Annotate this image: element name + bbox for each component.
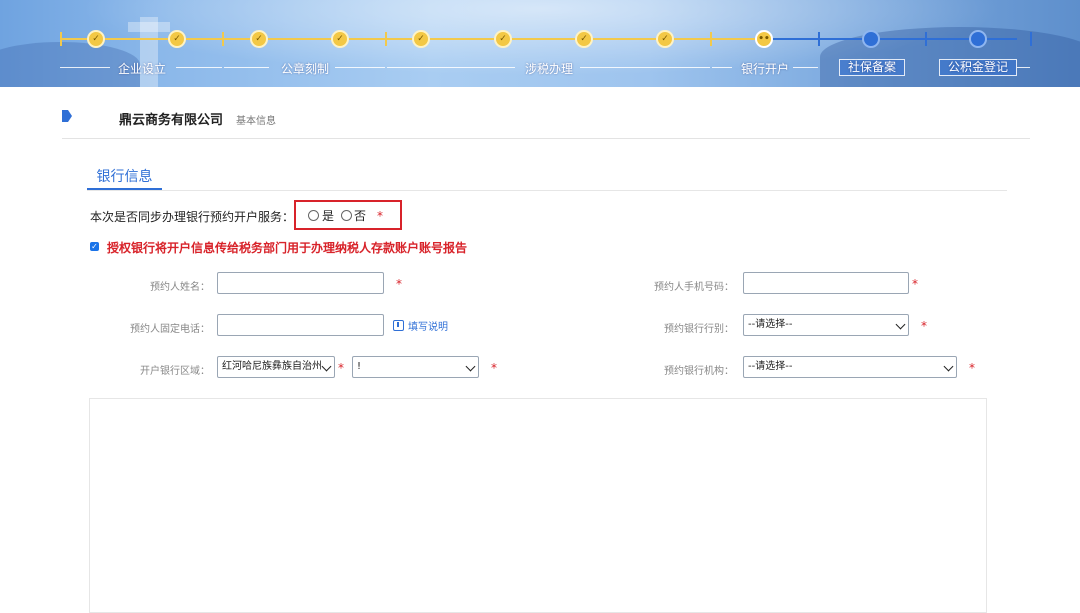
- radio-yes[interactable]: [308, 210, 319, 221]
- stage-label-housing-fund[interactable]: 公积金登记: [939, 59, 1018, 76]
- header-divider: [62, 138, 1030, 139]
- step-done-icon: ✓: [331, 30, 349, 48]
- radio-no[interactable]: [341, 210, 352, 221]
- radio-yes-label[interactable]: 是: [322, 207, 334, 224]
- applicant-phone-label: 预约人手机号码：: [654, 282, 734, 293]
- company-name: 鼎云商务有限公司: [119, 113, 224, 128]
- required-mark: *: [377, 209, 383, 223]
- step-pending-icon: [969, 30, 987, 48]
- book-icon: [393, 320, 404, 331]
- step-done-icon: ✓: [250, 30, 268, 48]
- required-mark: *: [921, 319, 927, 333]
- stage-line: [176, 67, 222, 68]
- stage-line: [793, 67, 818, 68]
- required-mark: *: [491, 361, 497, 375]
- stage-label-seal-engraving[interactable]: 公章刻制: [275, 60, 335, 77]
- stage-line: [712, 67, 732, 68]
- authorize-checkbox[interactable]: ✓: [90, 242, 99, 251]
- stage-label-bank-account[interactable]: 银行开户: [735, 60, 795, 77]
- bank-branch-select[interactable]: --请选择--: [743, 356, 957, 378]
- bank-branch-value: --请选择--: [748, 361, 793, 372]
- step-done-icon: ✓: [656, 30, 674, 48]
- stage-divider: [710, 32, 712, 46]
- region-label: 开户银行区域：: [140, 366, 210, 377]
- region-sub-value: !: [357, 361, 362, 372]
- bank-type-select[interactable]: --请选择--: [743, 314, 909, 336]
- breadcrumb[interactable]: 基本信息: [236, 112, 276, 127]
- chevron-down-icon: [943, 361, 954, 372]
- applicant-name-label: 预约人姓名：: [150, 282, 210, 293]
- sync-bank-question: 本次是否同步办理银行预约开户服务：: [90, 210, 295, 224]
- step-done-icon: ✓: [168, 30, 186, 48]
- radio-no-label[interactable]: 否: [354, 207, 366, 224]
- region-value: 红河哈尼族彝族自治州: [222, 361, 322, 372]
- bank-type-label: 预约银行行别：: [664, 324, 734, 335]
- chevron-down-icon: [895, 319, 906, 330]
- step-pending-icon: [862, 30, 880, 48]
- applicant-name-input[interactable]: [217, 272, 384, 294]
- authorize-label[interactable]: 授权银行将开户信息传给税务部门用于办理纳税人存款账户账号报告: [107, 239, 467, 256]
- help-link-label[interactable]: 填写说明: [408, 318, 448, 333]
- stage-label-social-security[interactable]: 社保备案: [839, 59, 906, 76]
- stage-line: [387, 67, 515, 68]
- bank-content-area: [89, 398, 987, 613]
- step-done-icon: ✓: [494, 30, 512, 48]
- banner-tower-roof: [128, 22, 170, 32]
- banner-decoration: [820, 27, 1080, 87]
- applicant-phone-input[interactable]: [743, 272, 909, 294]
- stage-label-company-setup[interactable]: 企业设立: [112, 60, 172, 77]
- chevron-down-icon: [465, 361, 476, 372]
- required-mark: *: [912, 277, 918, 291]
- landline-label: 预约人固定电话：: [130, 324, 210, 335]
- bank-type-value: --请选择--: [748, 319, 793, 330]
- stage-divider: [60, 32, 62, 46]
- region-sub-select[interactable]: !: [352, 356, 479, 378]
- stage-divider: [385, 32, 387, 46]
- stage-line: [580, 67, 710, 68]
- required-mark: *: [338, 361, 344, 375]
- required-mark: *: [396, 277, 402, 291]
- step-done-icon: ✓: [575, 30, 593, 48]
- stage-divider: [925, 32, 927, 46]
- stage-line: [335, 67, 385, 68]
- step-current-icon: ••: [755, 30, 773, 48]
- bank-branch-label: 预约银行机构：: [664, 366, 734, 377]
- stage-divider: [818, 32, 820, 46]
- stage-divider: [1030, 32, 1032, 46]
- stage-line: [1017, 67, 1030, 68]
- required-mark: *: [969, 361, 975, 375]
- stage-divider: [222, 32, 224, 46]
- step-done-icon: ✓: [412, 30, 430, 48]
- region-select[interactable]: 红河哈尼族彝族自治州: [217, 356, 335, 378]
- tab-bank-info[interactable]: 银行信息: [87, 166, 162, 190]
- step-done-icon: ✓: [87, 30, 105, 48]
- company-flag-icon: [62, 110, 72, 122]
- help-link[interactable]: 填写说明: [393, 318, 448, 333]
- stage-line: [60, 67, 110, 68]
- landline-input[interactable]: [217, 314, 384, 336]
- stage-line: [224, 67, 269, 68]
- tab-divider: [87, 190, 1007, 191]
- progress-banner: ✓ ✓ ✓ ✓ ✓ ✓ ✓ ✓ •• 企业设立 公章刻制 涉税办理 银行开户 社…: [0, 0, 1080, 87]
- stage-label-tax[interactable]: 涉税办理: [519, 60, 579, 77]
- chevron-down-icon: [321, 361, 332, 372]
